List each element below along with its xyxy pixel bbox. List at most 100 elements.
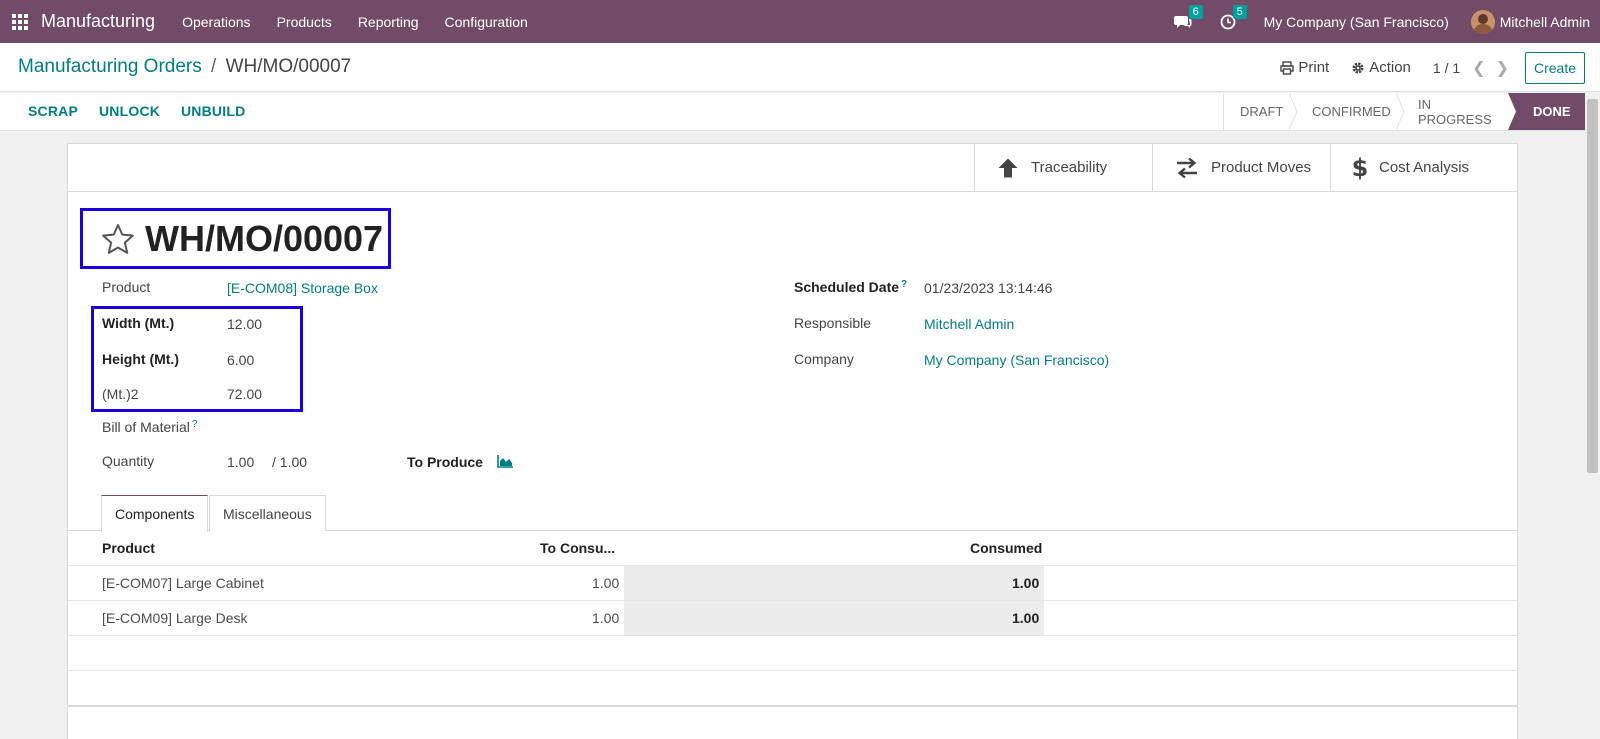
menu-operations[interactable]: Operations bbox=[169, 14, 263, 30]
traceability-button[interactable]: Traceability bbox=[974, 144, 1152, 191]
pager-previous-icon[interactable]: ❮ bbox=[1472, 58, 1485, 78]
table-empty-row bbox=[68, 671, 1517, 706]
systray: 6 5 My Company (San Francisco) Mitchell … bbox=[1173, 0, 1600, 43]
product-moves-button[interactable]: Product Moves bbox=[1152, 144, 1330, 191]
activities-button[interactable]: 5 bbox=[1220, 4, 1247, 30]
stage-confirmed[interactable]: CONFIRMED bbox=[1290, 93, 1405, 130]
col-consumed-header[interactable]: Consumed bbox=[970, 540, 1042, 556]
product-moves-label: Product Moves bbox=[1211, 159, 1312, 176]
title-highlight-box: WH/MO/00007 bbox=[80, 208, 391, 269]
breadcrumb: Manufacturing Orders / WH/MO/00007 bbox=[18, 56, 351, 78]
record-title: WH/MO/00007 bbox=[145, 217, 384, 259]
action-label: Action bbox=[1369, 59, 1411, 76]
bom-help-icon[interactable]: ? bbox=[192, 419, 198, 430]
quantity-total: / 1.00 bbox=[272, 454, 308, 470]
action-button[interactable]: Action bbox=[1351, 59, 1411, 76]
quantity-label: Quantity bbox=[102, 453, 155, 469]
components-table: Product To Consu... Consumed [E-COM07] L… bbox=[68, 531, 1517, 706]
stage-confirmed-label: CONFIRMED bbox=[1312, 104, 1391, 119]
stage-bar: DRAFT CONFIRMED IN PROGRESS DONE bbox=[1223, 93, 1585, 130]
row-product: [E-COM07] Large Cabinet bbox=[102, 575, 264, 591]
col-to-consume-header[interactable]: To Consu... bbox=[540, 540, 615, 556]
user-name: Mitchell Admin bbox=[1499, 13, 1590, 30]
pager-value[interactable]: 1 / 1 bbox=[1433, 60, 1460, 76]
user-menu[interactable]: Mitchell Admin bbox=[1470, 9, 1590, 34]
unbuild-button[interactable]: UNBUILD bbox=[181, 103, 245, 119]
table-row[interactable]: [E-COM09] Large Desk 1.00 1.00 bbox=[68, 601, 1517, 636]
area-label: (Mt.)2 bbox=[102, 386, 139, 402]
create-button[interactable]: Create bbox=[1524, 51, 1585, 84]
breadcrumb-manufacturing-orders[interactable]: Manufacturing Orders bbox=[18, 56, 202, 77]
dollar-icon: $ bbox=[1353, 155, 1367, 181]
control-panel: Manufacturing Orders / WH/MO/00007 Print… bbox=[0, 43, 1600, 92]
activities-count-badge: 5 bbox=[1232, 4, 1247, 19]
height-label: Height (Mt.) bbox=[102, 351, 179, 367]
scheduled-help-icon[interactable]: ? bbox=[901, 279, 907, 290]
cost-analysis-button[interactable]: $ Cost Analysis bbox=[1330, 144, 1517, 191]
width-label: Width (Mt.) bbox=[102, 315, 175, 331]
notebook-tabs: Components Miscellaneous bbox=[68, 495, 1517, 532]
row-to-consume: 1.00 bbox=[592, 575, 620, 591]
status-bar: SCRAP UNLOCK UNBUILD DRAFT CONFIRMED IN … bbox=[0, 93, 1585, 131]
divider bbox=[68, 705, 1517, 707]
menu-reporting[interactable]: Reporting bbox=[345, 14, 432, 30]
menu-configuration[interactable]: Configuration bbox=[432, 14, 541, 30]
stage-in-progress[interactable]: IN PROGRESS bbox=[1397, 93, 1508, 130]
product-label: Product bbox=[102, 279, 151, 295]
row-product: [E-COM09] Large Desk bbox=[102, 610, 248, 626]
arrow-up-icon bbox=[998, 158, 1018, 177]
form-sheet: Traceability Product Moves $ Cost Analys… bbox=[67, 143, 1518, 739]
area-value: 72.00 bbox=[227, 386, 263, 402]
print-icon bbox=[1280, 60, 1295, 75]
traceability-label: Traceability bbox=[1031, 159, 1108, 176]
breadcrumb-separator: / bbox=[211, 56, 217, 77]
scrollbar-thumb[interactable] bbox=[1587, 99, 1598, 473]
bom-label: Bill of Material? bbox=[102, 419, 198, 435]
star-icon[interactable] bbox=[101, 223, 135, 255]
tab-miscellaneous[interactable]: Miscellaneous bbox=[209, 495, 326, 531]
app-name[interactable]: Manufacturing bbox=[41, 11, 155, 32]
stage-draft-label: DRAFT bbox=[1240, 104, 1284, 119]
company-value[interactable]: My Company (San Francisco) bbox=[924, 352, 1109, 368]
area-chart-icon[interactable] bbox=[497, 454, 514, 468]
scheduled-date-value[interactable]: 01/23/2023 13:14:46 bbox=[924, 280, 1052, 296]
row-consumed: 1.00 bbox=[1012, 575, 1040, 591]
stage-done-label: DONE bbox=[1533, 104, 1571, 119]
print-button[interactable]: Print bbox=[1280, 59, 1329, 76]
width-value: 12.00 bbox=[227, 316, 263, 332]
smart-button-bar: Traceability Product Moves $ Cost Analys… bbox=[68, 144, 1517, 192]
gear-icon bbox=[1352, 62, 1364, 73]
page-scrollbar[interactable] bbox=[1585, 93, 1600, 739]
height-value: 6.00 bbox=[227, 352, 255, 368]
scrap-button[interactable]: SCRAP bbox=[28, 103, 78, 119]
messages-button[interactable]: 6 bbox=[1173, 4, 1203, 30]
company-switcher[interactable]: My Company (San Francisco) bbox=[1264, 14, 1449, 30]
unlock-button[interactable]: UNLOCK bbox=[99, 103, 160, 119]
stage-draft[interactable]: DRAFT bbox=[1223, 93, 1298, 130]
print-label: Print bbox=[1298, 59, 1330, 76]
menu-products[interactable]: Products bbox=[264, 14, 345, 30]
pager-next-icon[interactable]: ❯ bbox=[1496, 58, 1509, 78]
to-produce-label: To Produce bbox=[407, 454, 483, 470]
responsible-value[interactable]: Mitchell Admin bbox=[924, 316, 1014, 332]
table-header: Product To Consu... Consumed bbox=[68, 531, 1517, 566]
row-consumed: 1.00 bbox=[1012, 610, 1040, 626]
company-label: Company bbox=[794, 351, 854, 367]
table-empty-row bbox=[68, 636, 1517, 671]
responsible-label: Responsible bbox=[794, 315, 872, 331]
svg-text:$: $ bbox=[1353, 155, 1367, 181]
row-to-consume: 1.00 bbox=[592, 610, 620, 626]
top-navbar: Manufacturing Operations Products Report… bbox=[0, 0, 1600, 43]
main-menu: Operations Products Reporting Configurat… bbox=[169, 14, 541, 30]
tab-components[interactable]: Components bbox=[101, 495, 209, 532]
table-row[interactable]: [E-COM07] Large Cabinet 1.00 1.00 bbox=[68, 566, 1517, 601]
avatar bbox=[1470, 9, 1495, 34]
col-product-header[interactable]: Product bbox=[102, 540, 155, 556]
quantity-value: 1.00 bbox=[227, 454, 255, 470]
stage-done: DONE bbox=[1508, 93, 1585, 130]
exchange-icon bbox=[1177, 157, 1197, 178]
breadcrumb-current: WH/MO/00007 bbox=[225, 56, 352, 77]
product-value[interactable]: [E-COM08] Storage Box bbox=[227, 280, 378, 296]
messages-count-badge: 6 bbox=[1188, 4, 1203, 19]
apps-menu-icon[interactable] bbox=[0, 0, 40, 43]
